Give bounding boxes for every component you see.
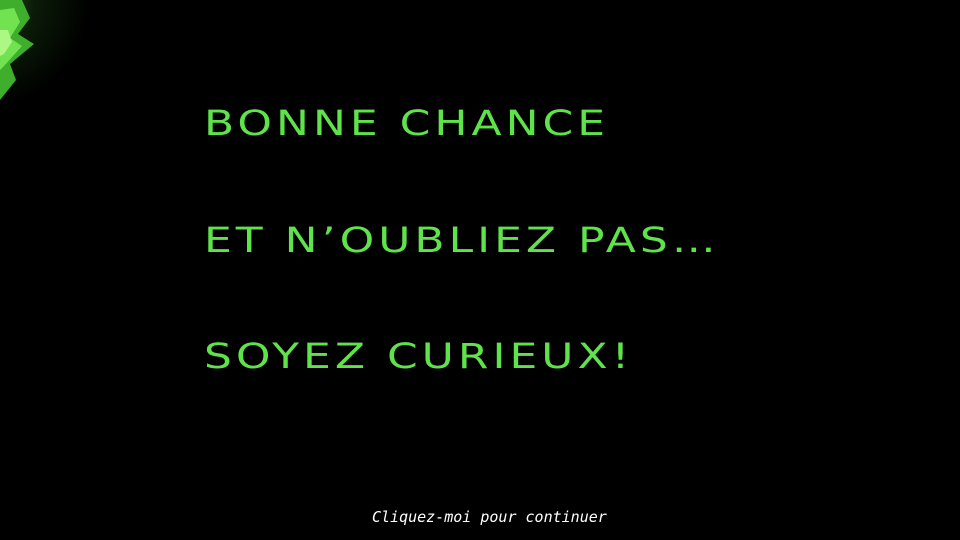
slide: BONNE CHANCE ET N’OUBLIEZ PAS… SOYEZ CUR…: [0, 0, 960, 540]
continue-link[interactable]: Cliquez-moi pour continuer: [372, 508, 607, 526]
message-line-3: SOYEZ CURIEUX!: [204, 336, 634, 377]
message-line-1: BONNE CHANCE: [204, 103, 610, 144]
message-line-2: ET N’OUBLIEZ PAS…: [204, 220, 720, 261]
green-spiky-corner-icon: [0, 0, 34, 100]
